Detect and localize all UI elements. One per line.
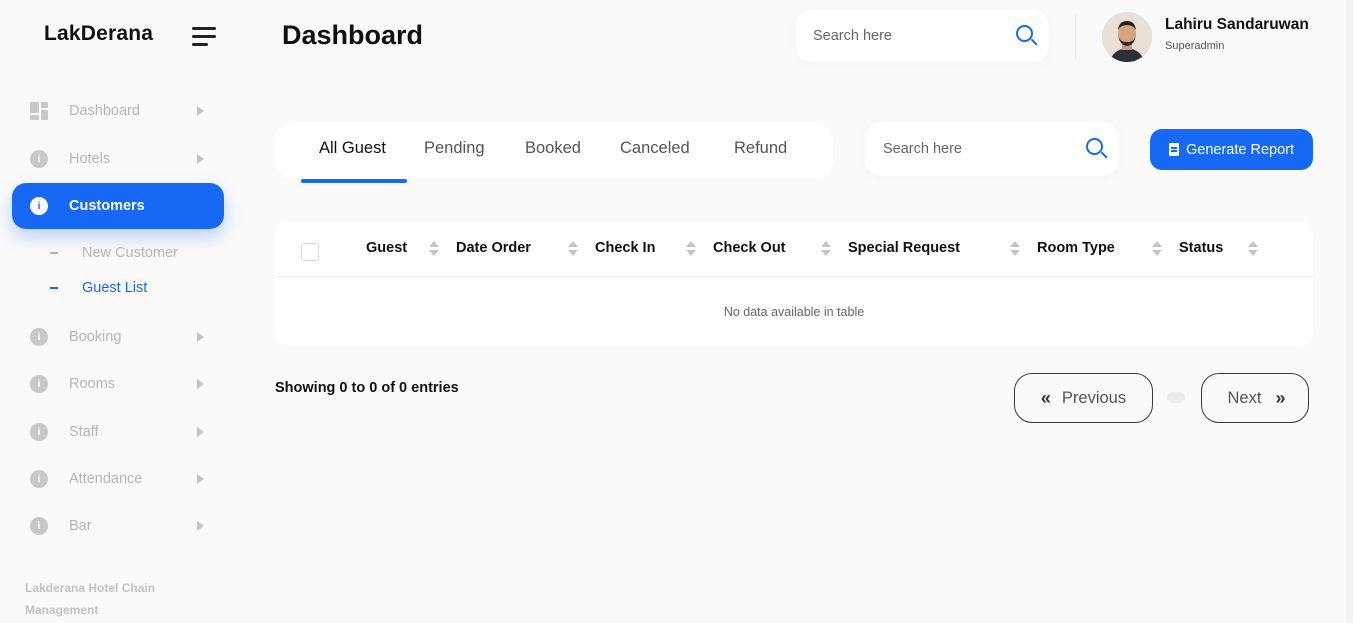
tab-all-guest[interactable]: All Guest — [319, 139, 386, 158]
chevron-right-icon — [197, 474, 204, 484]
sort-icon[interactable] — [821, 241, 831, 257]
menu-toggle-icon[interactable] — [192, 27, 216, 47]
header-search-input[interactable] — [813, 10, 983, 62]
sidebar-item-booking[interactable]: i Booking — [12, 314, 224, 360]
table-search — [865, 122, 1119, 176]
entries-info: Showing 0 to 0 of 0 entries — [275, 380, 459, 396]
double-chevron-left-icon: « — [1040, 387, 1051, 408]
sidebar-item-attendance[interactable]: i Attendance — [12, 456, 224, 502]
brand-logo[interactable]: LakDerana — [44, 22, 153, 46]
page-title: Dashboard — [282, 20, 424, 50]
guest-table: Guest Date Order Check In Check Out Spec… — [275, 221, 1313, 346]
tab-canceled[interactable]: Canceled — [620, 139, 690, 158]
sidebar-item-rooms[interactable]: i Rooms — [12, 361, 224, 407]
sort-icon[interactable] — [1152, 241, 1162, 257]
column-header-special-request[interactable]: Special Request — [848, 240, 960, 256]
next-label: Next — [1227, 388, 1262, 407]
tab-booked[interactable]: Booked — [525, 139, 581, 158]
sort-icon[interactable] — [568, 241, 578, 257]
previous-label: Previous — [1061, 388, 1127, 407]
table-search-input[interactable] — [883, 122, 1053, 176]
info-icon: i — [30, 375, 48, 393]
sort-icon[interactable] — [1010, 241, 1020, 257]
dashboard-icon — [30, 102, 48, 120]
search-icon[interactable] — [1086, 138, 1108, 160]
active-tab-indicator — [301, 179, 407, 183]
sort-icon[interactable] — [1248, 241, 1258, 257]
sidebar-subitem-label: New Customer — [82, 245, 178, 261]
chevron-right-icon — [197, 154, 204, 164]
page-scrollbar[interactable] — [1346, 0, 1353, 623]
avatar[interactable] — [1102, 12, 1152, 62]
info-icon: i — [30, 328, 48, 346]
generate-report-label: Generate Report — [1185, 141, 1294, 158]
sidebar-item-label: Dashboard — [69, 103, 140, 119]
chevron-right-icon — [197, 332, 204, 342]
table-header-row: Guest Date Order Check In Check Out Spec… — [275, 221, 1313, 277]
header-search — [795, 10, 1049, 62]
column-header-date-order[interactable]: Date Order — [456, 240, 531, 256]
sidebar: LakDerana Dashboard i Hotels i Customers… — [0, 0, 240, 623]
info-icon: i — [30, 423, 48, 441]
user-name[interactable]: Lahiru Sandaruwan — [1165, 16, 1309, 34]
sidebar-item-hotels[interactable]: i Hotels — [12, 136, 224, 182]
sidebar-item-customers[interactable]: i Customers — [12, 183, 224, 229]
select-all-checkbox[interactable] — [301, 243, 319, 261]
sidebar-item-label: Customers — [69, 198, 145, 214]
sort-icon[interactable] — [429, 241, 439, 257]
sidebar-item-label: Attendance — [69, 471, 143, 487]
info-icon: i — [30, 150, 48, 168]
double-chevron-right-icon: » — [1275, 387, 1285, 408]
chevron-right-icon — [197, 379, 204, 389]
tab-refund[interactable]: Refund — [734, 139, 787, 158]
tab-pending[interactable]: Pending — [424, 139, 485, 158]
status-tabs: All Guest Pending Booked Canceled Refund — [275, 122, 833, 179]
user-role: Superadmin — [1165, 40, 1225, 52]
column-header-guest[interactable]: Guest — [366, 240, 407, 256]
sidebar-item-label: Bar — [69, 518, 92, 534]
chevron-right-icon — [197, 106, 204, 116]
info-icon: i — [30, 517, 48, 535]
sidebar-subitem-new-customer[interactable]: New Customer — [50, 245, 178, 261]
sidebar-item-label: Rooms — [69, 376, 115, 392]
document-icon — [1168, 143, 1179, 156]
dash-icon — [50, 287, 58, 289]
sidebar-item-bar[interactable]: i Bar — [12, 503, 224, 549]
column-header-check-in[interactable]: Check In — [595, 240, 655, 256]
chevron-right-icon — [197, 521, 204, 531]
column-header-room-type[interactable]: Room Type — [1037, 240, 1115, 256]
search-icon[interactable] — [1016, 25, 1038, 47]
header-divider — [1075, 14, 1076, 60]
sidebar-subitem-label: Guest List — [82, 280, 148, 296]
info-icon: i — [30, 470, 48, 488]
sidebar-item-staff[interactable]: i Staff — [12, 409, 224, 455]
sidebar-item-dashboard[interactable]: Dashboard — [12, 88, 224, 134]
sort-icon[interactable] — [686, 241, 696, 257]
sidebar-footer-text: Lakderana Hotel Chain Management — [25, 581, 156, 617]
sidebar-item-label: Booking — [69, 329, 122, 345]
column-header-check-out[interactable]: Check Out — [713, 240, 786, 256]
sidebar-item-label: Staff — [69, 424, 99, 440]
sidebar-item-label: Hotels — [69, 151, 111, 167]
previous-page-button[interactable]: « Previous — [1014, 373, 1153, 423]
column-header-status[interactable]: Status — [1179, 240, 1223, 256]
next-page-button[interactable]: Next » — [1201, 373, 1309, 423]
sidebar-subitem-guest-list[interactable]: Guest List — [50, 280, 147, 296]
page-indicator — [1167, 392, 1185, 403]
info-icon: i — [30, 197, 48, 215]
generate-report-button[interactable]: Generate Report — [1150, 129, 1313, 170]
dash-icon — [50, 252, 58, 254]
empty-table-message: No data available in table — [723, 305, 865, 319]
chevron-right-icon — [197, 427, 204, 437]
